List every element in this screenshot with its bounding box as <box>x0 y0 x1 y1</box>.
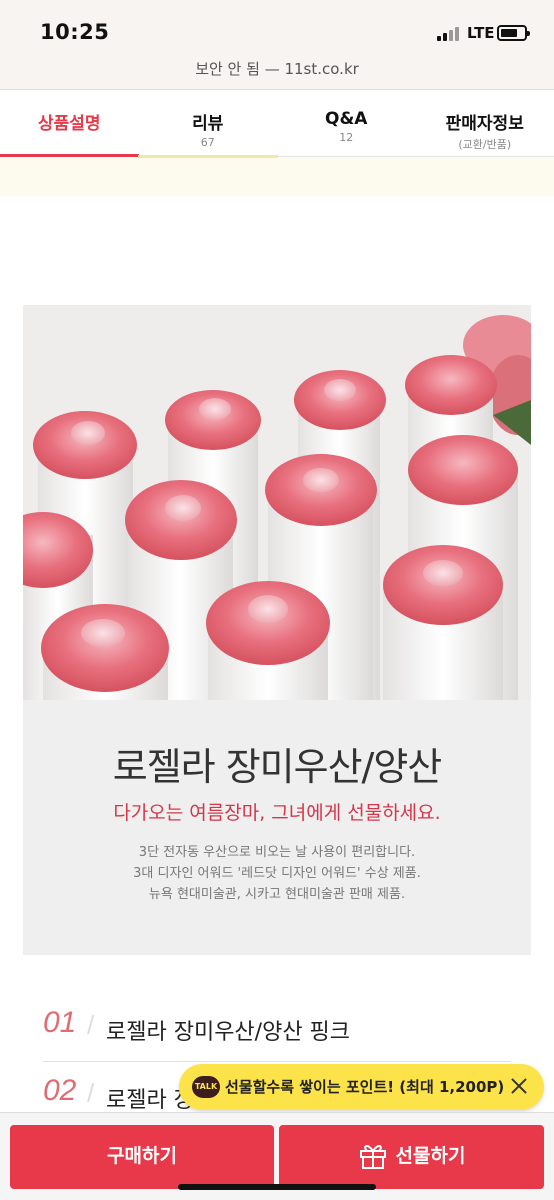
option-divider: / <box>87 1078 95 1108</box>
product-photo <box>23 305 531 700</box>
product-info-card: 로젤라 장미우산/양산 다가오는 여름장마, 그녀에게 선물하세요. 3단 전자… <box>23 700 531 955</box>
product-tabs: 상품설명 리뷰 67 Q&A 12 판매자정보 (교환/반품) <box>0 91 554 157</box>
point-promo-banner[interactable]: TALK 선물할수록 쌓이는 포인트! (최대 1,200P) <box>179 1064 544 1110</box>
description-line: 3단 전자동 우산으로 비오는 날 사용이 편리합니다. <box>138 845 416 860</box>
product-title: 로젤라 장미우산/양산 <box>112 745 443 789</box>
promo-strip <box>0 158 554 196</box>
signal-icon <box>437 27 461 41</box>
option-divider: / <box>87 1010 95 1040</box>
option-row[interactable]: 01 / 로젤라 장미우산/양산 핑크 <box>43 998 511 1062</box>
status-time: 10:25 <box>40 20 110 44</box>
browser-chrome: 10:25 LTE 보안 안 됨 — 11st.co.kr <box>0 0 554 90</box>
option-number: 01 <box>43 1006 77 1039</box>
close-icon[interactable] <box>506 1073 532 1099</box>
product-subtitle: 다가오는 여름장마, 그녀에게 선물하세요. <box>113 802 441 824</box>
tab-label: Q&A <box>325 109 368 129</box>
home-indicator <box>178 1184 376 1190</box>
tab-label: 판매자정보 <box>445 114 524 134</box>
network-label: LTE <box>467 24 495 42</box>
url-bar[interactable]: 보안 안 됨 — 11st.co.kr <box>0 58 554 79</box>
tab-seller-info[interactable]: 판매자정보 (교환/반품) <box>416 91 554 156</box>
gift-label: 선물하기 <box>395 1146 466 1167</box>
point-promo-text: 선물할수록 쌓이는 포인트! (최대 1,200P) <box>225 1078 505 1096</box>
description-line: 3대 디자인 어워드 '레드닷 디자인 어워드' 수상 제품. <box>133 866 421 881</box>
rose-umbrella-illustration <box>23 305 531 700</box>
tab-description[interactable]: 상품설명 <box>0 91 139 157</box>
gift-button[interactable]: 선물하기 <box>279 1125 544 1189</box>
tab-label: 리뷰 <box>192 114 224 134</box>
battery-icon <box>497 25 530 41</box>
gift-icon <box>359 1145 386 1169</box>
tab-qna[interactable]: Q&A 12 <box>277 91 416 156</box>
kakao-talk-icon: TALK <box>192 1076 220 1098</box>
tab-label: 상품설명 <box>37 114 101 134</box>
tab-reviews[interactable]: 리뷰 67 <box>139 91 278 156</box>
option-number: 02 <box>43 1074 77 1107</box>
description-line: 뉴욕 현대미술관, 시카고 현대미술관 판매 제품. <box>148 887 406 902</box>
tab-count: 67 <box>200 136 215 149</box>
product-description: 3단 전자동 우산으로 비오는 날 사용이 편리합니다. 3대 디자인 어워드 … <box>23 842 531 905</box>
tab-count: 12 <box>339 131 354 144</box>
tab-sub: (교환/반품) <box>458 138 512 151</box>
option-name: 로젤라 장미우산/양산 핑크 <box>106 1020 351 1045</box>
status-bar: 10:25 LTE <box>0 0 554 60</box>
buy-button[interactable]: 구매하기 <box>10 1125 274 1189</box>
buy-label: 구매하기 <box>107 1146 177 1167</box>
